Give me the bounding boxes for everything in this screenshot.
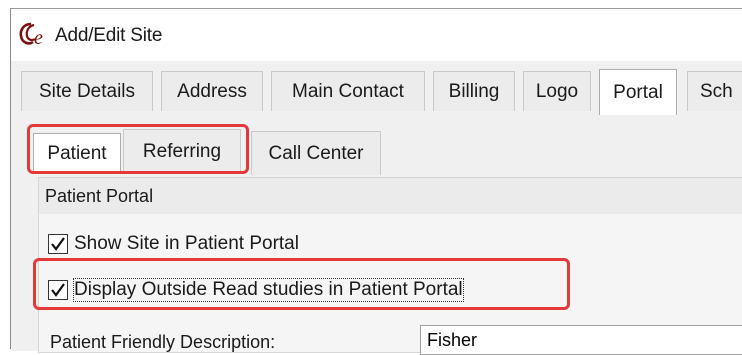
- tab-main-contact[interactable]: Main Contact: [271, 71, 425, 111]
- title-bar: e Add/Edit Site: [11, 9, 742, 61]
- checkmark-icon: [51, 283, 65, 297]
- window-title: Add/Edit Site: [55, 25, 163, 46]
- background: [0, 0, 10, 339]
- panel-title: Patient Portal: [39, 178, 742, 214]
- tab-billing[interactable]: Billing: [433, 71, 515, 111]
- description-input[interactable]: [420, 325, 742, 355]
- add-edit-site-dialog: e Add/Edit Site Site Details Address Mai…: [10, 8, 742, 355]
- show-site-label: Show Site in Patient Portal: [74, 233, 299, 254]
- subtab-patient[interactable]: Patient: [33, 133, 121, 173]
- tab-address[interactable]: Address: [161, 71, 263, 111]
- display-outside-read-option[interactable]: Display Outside Read studies in Patient …: [48, 276, 464, 304]
- main-tabstrip: Site Details Address Main Contact Billin…: [11, 61, 742, 122]
- description-label: Patient Friendly Description:: [50, 332, 276, 352]
- subtab-call-center[interactable]: Call Center: [251, 131, 381, 175]
- patient-portal-panel: Patient Portal Show Site in Patient Port…: [38, 177, 742, 355]
- tab-logo[interactable]: Logo: [523, 71, 591, 111]
- show-site-checkbox[interactable]: [48, 234, 68, 254]
- svg-text:e: e: [34, 27, 43, 47]
- tab-schedule[interactable]: Sch: [687, 71, 742, 111]
- display-outside-read-label: Display Outside Read studies in Patient …: [73, 278, 464, 302]
- display-outside-read-checkbox[interactable]: [48, 280, 68, 300]
- show-site-option[interactable]: Show Site in Patient Portal: [48, 230, 299, 258]
- tab-portal[interactable]: Portal: [599, 69, 677, 115]
- checkmark-icon: [51, 237, 65, 251]
- portal-tab-content: Patient Referring Call Center Patient Po…: [11, 121, 742, 355]
- tab-site-details[interactable]: Site Details: [21, 71, 153, 111]
- app-logo-icon: e: [19, 21, 49, 49]
- subtab-referring[interactable]: Referring: [123, 129, 241, 173]
